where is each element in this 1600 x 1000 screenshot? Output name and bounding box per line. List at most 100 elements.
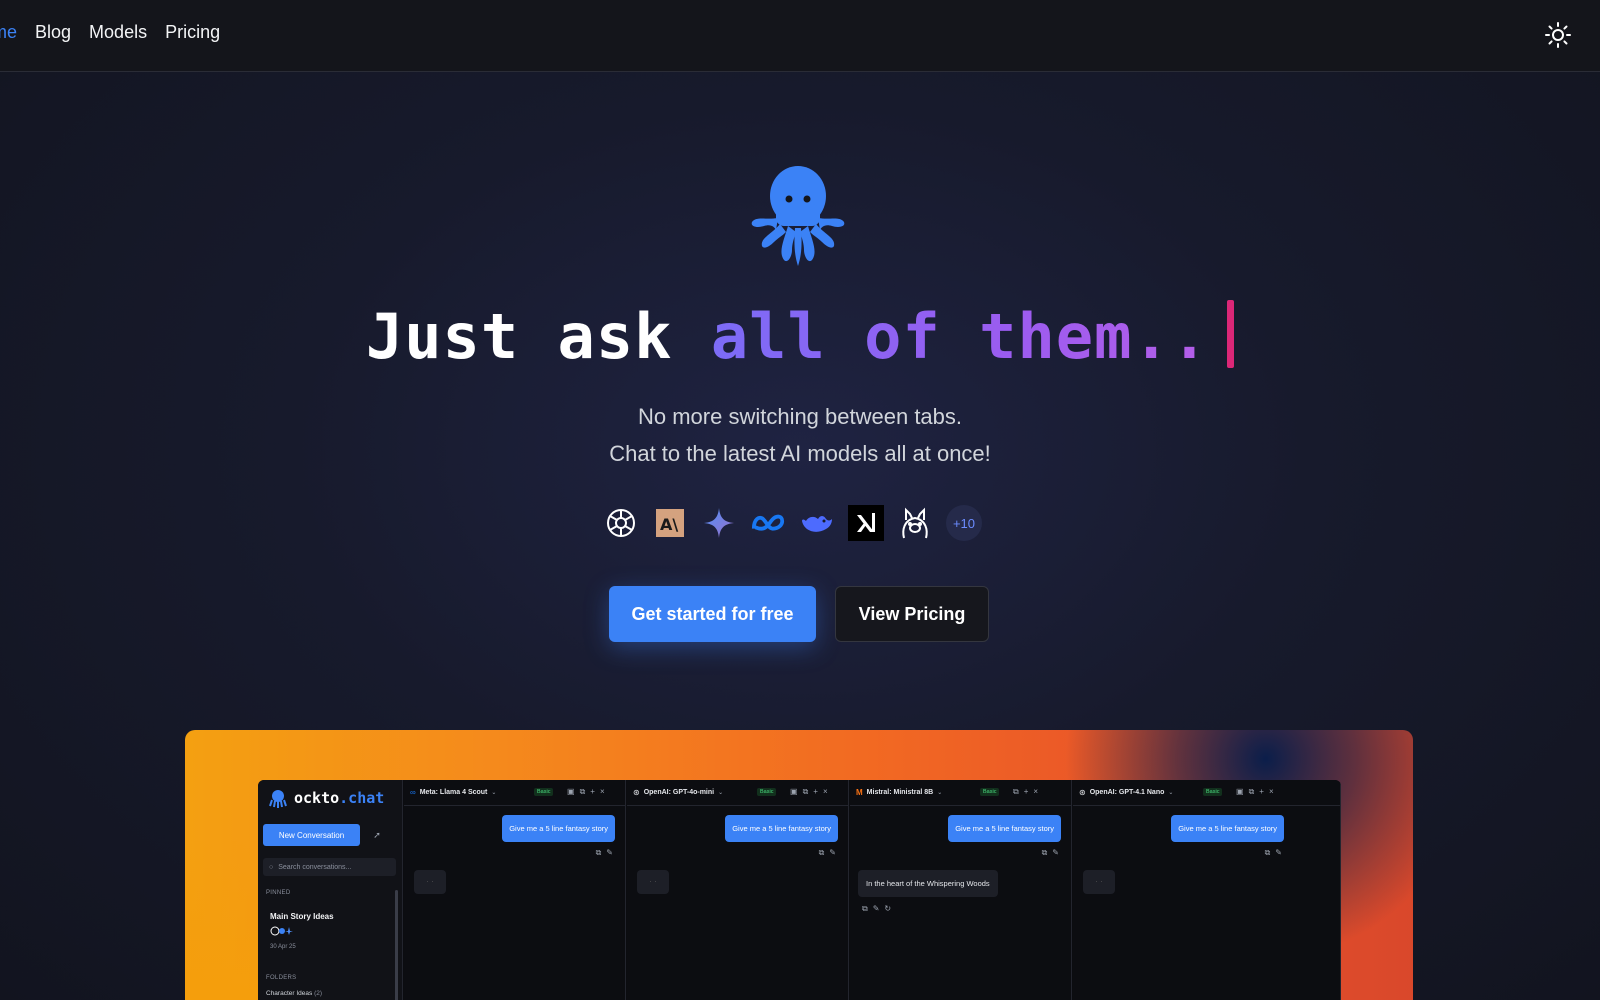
close-icon[interactable]: × (823, 787, 828, 797)
ai-message: In the heart of the Whispering Woods (858, 870, 998, 897)
close-icon[interactable]: × (1033, 787, 1038, 797)
edit-icon[interactable]: ✎ (606, 848, 613, 858)
search-placeholder: Search conversations... (278, 863, 352, 871)
copy-icon[interactable]: ⧉ (819, 848, 825, 858)
headline-plain: Just ask (365, 300, 711, 373)
model-name[interactable]: Mistral: Ministral 8B (867, 789, 934, 796)
basic-badge: Basic (1203, 788, 1223, 796)
nav-link-blog[interactable]: Blog (35, 22, 71, 43)
meta-icon (750, 505, 786, 541)
panel-header-icons[interactable]: ▣ ⧉ + × (790, 787, 828, 797)
copy-icon[interactable]: ⧉ (1013, 787, 1019, 797)
basic-badge: Basic (757, 788, 777, 796)
ai-message-actions[interactable]: ⧉ ✎ ↻ (862, 904, 891, 914)
edit-icon[interactable]: ✎ (829, 848, 836, 858)
plus-icon[interactable]: + (1259, 787, 1264, 797)
sidebar-scrollbar[interactable] (395, 890, 398, 1000)
view-pricing-button[interactable]: View Pricing (835, 586, 989, 642)
deepseek-icon (799, 505, 835, 541)
theme-toggle-sun-icon[interactable] (1544, 21, 1572, 49)
preview-sidebar: ockto.chat New Conversation ➚ ○ Search c… (258, 780, 403, 1000)
app-preview-frame: ockto.chat New Conversation ➚ ○ Search c… (185, 730, 1413, 1000)
octopus-small-icon (269, 790, 287, 808)
copy-icon[interactable]: ⧉ (596, 848, 602, 858)
close-icon[interactable]: × (1269, 787, 1274, 797)
rocket-icon[interactable]: ➚ (368, 826, 386, 844)
hero-headline: Just ask all of them.. (0, 300, 1600, 373)
folder-name: Character Ideas (266, 990, 313, 997)
close-icon[interactable]: × (600, 787, 605, 797)
preview-logo-b: .chat (339, 789, 385, 807)
nav-link-models[interactable]: Models (89, 22, 147, 43)
openai-icon (603, 505, 639, 541)
message-actions[interactable]: ⧉ ✎ (1265, 848, 1282, 858)
model-name[interactable]: OpenAI: GPT-4o-mini (644, 789, 714, 796)
model-name[interactable]: Meta: Llama 4 Scout (420, 789, 488, 796)
headline-accent: all of them.. (710, 300, 1210, 373)
copy-icon[interactable]: ⧉ (862, 904, 868, 914)
new-conversation-button[interactable]: New Conversation (263, 824, 360, 846)
pinned-date: 30 Apr 25 (270, 944, 296, 950)
settings-icon[interactable]: ▣ (567, 787, 575, 797)
model-name[interactable]: OpenAI: GPT-4.1 Nano (1090, 789, 1165, 796)
plus-icon[interactable]: + (590, 787, 595, 797)
user-message: Give me a 5 line fantasy story (948, 815, 1061, 842)
copy-icon[interactable]: ⧉ (1249, 787, 1255, 797)
settings-icon[interactable]: ▣ (790, 787, 798, 797)
svg-text:A\: A\ (660, 515, 678, 534)
provider-icons-row: A\ +10 (603, 505, 982, 541)
chat-panel: ∞ Meta: Llama 4 Scout ⌄ Basic ▣ ⧉ + × Give … (404, 780, 626, 1000)
panel-header-icons[interactable]: ⧉ + × (1013, 787, 1038, 797)
edit-icon[interactable]: ✎ (873, 904, 880, 914)
mistral-icon: M (856, 788, 863, 797)
top-nav: me Blog Models Pricing (0, 0, 1600, 72)
openai-icon: ⊛ (1079, 788, 1086, 797)
typing-indicator: · · (637, 870, 669, 894)
typing-cursor (1227, 300, 1235, 368)
nav-link-pricing[interactable]: Pricing (165, 22, 220, 43)
folder-item[interactable]: Character Ideas (2) (266, 990, 322, 997)
anthropic-icon: A\ (652, 505, 688, 541)
panel-header-icons[interactable]: ▣ ⧉ + × (567, 787, 605, 797)
meta-icon: ∞ (410, 788, 416, 797)
refresh-icon[interactable]: ↻ (884, 904, 891, 914)
message-actions[interactable]: ⧉ ✎ (1042, 848, 1059, 858)
copy-icon[interactable]: ⧉ (1042, 848, 1048, 858)
more-models-badge: +10 (946, 505, 982, 541)
copy-icon[interactable]: ⧉ (580, 787, 586, 797)
panel-header-icons[interactable]: ▣ ⧉ + × (1236, 787, 1274, 797)
openai-icon: ⊛ (633, 788, 640, 797)
user-message: Give me a 5 line fantasy story (1171, 815, 1284, 842)
get-started-button[interactable]: Get started for free (609, 586, 816, 642)
chevron-down-icon[interactable]: ⌄ (718, 789, 723, 796)
conversation-search-input[interactable]: ○ Search conversations... (263, 858, 396, 876)
message-actions[interactable]: ⧉ ✎ (596, 848, 613, 858)
folder-count: (2) (314, 990, 323, 997)
ollama-icon (897, 505, 933, 541)
nav-link-home[interactable]: me (0, 22, 17, 43)
settings-icon[interactable]: ▣ (1236, 787, 1244, 797)
edit-icon[interactable]: ✎ (1275, 848, 1282, 858)
pinned-conversation-item[interactable]: Main Story Ideas 30 Apr 25 (262, 902, 390, 962)
octopus-logo-icon (748, 160, 848, 270)
typing-indicator: · · (1083, 870, 1115, 894)
plus-icon[interactable]: + (1024, 787, 1029, 797)
preview-logo-a: ockto (294, 789, 340, 807)
gemini-icon (701, 505, 737, 541)
copy-icon[interactable]: ⧉ (1265, 848, 1271, 858)
chat-panel: ⊛ OpenAI: GPT-4o-mini ⌄ Basic ▣ ⧉ + × Give … (627, 780, 849, 1000)
hero-subtitle-2: Chat to the latest AI models all at once… (609, 441, 991, 466)
chevron-down-icon[interactable]: ⌄ (937, 789, 942, 796)
preview-logo: ockto.chat (268, 788, 384, 808)
chat-panel: M Mistral: Ministral 8B ⌄ Basic ⧉ + × Give… (850, 780, 1072, 1000)
search-icon: ○ (269, 863, 274, 871)
nav-links: me Blog Models Pricing (0, 22, 220, 43)
chevron-down-icon[interactable]: ⌄ (1168, 789, 1173, 796)
chevron-down-icon[interactable]: ⌄ (491, 789, 496, 796)
hero-subtitle-1: No more switching between tabs. (637, 404, 963, 429)
edit-icon[interactable]: ✎ (1052, 848, 1059, 858)
message-actions[interactable]: ⧉ ✎ (819, 848, 836, 858)
plus-icon[interactable]: + (813, 787, 818, 797)
copy-icon[interactable]: ⧉ (803, 787, 809, 797)
user-message: Give me a 5 line fantasy story (725, 815, 838, 842)
